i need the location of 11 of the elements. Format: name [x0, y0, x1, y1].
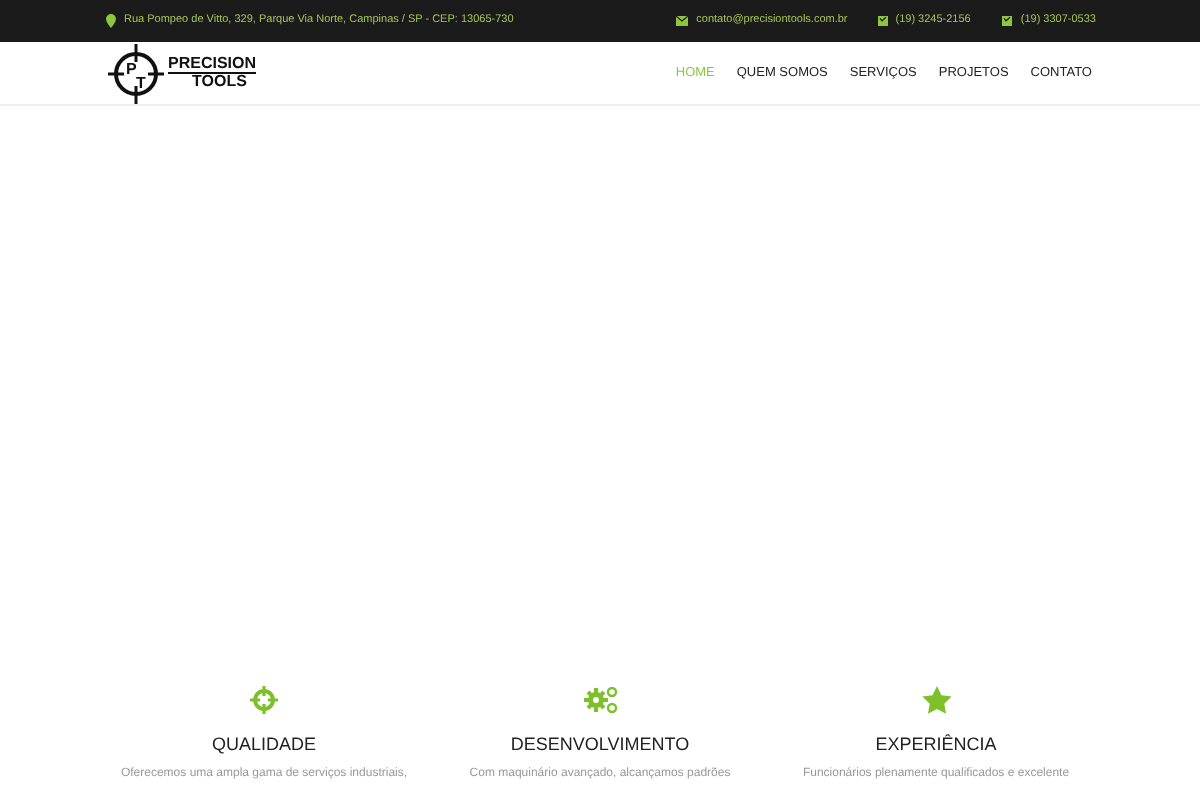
logo-wordmark: TOOLS	[192, 74, 249, 90]
feature-title: QUALIDADE	[211, 736, 316, 754]
gears-icon	[583, 686, 617, 714]
feature-title: EXPERIÊNCIA	[875, 736, 997, 754]
location-pin-icon	[106, 14, 116, 28]
crosshair-icon	[250, 686, 278, 714]
feature-title: DESENVOLVIMENTO	[510, 736, 690, 754]
logo[interactable]: P T PRECISION TOOLS	[108, 43, 257, 103]
star-icon	[921, 686, 951, 714]
envelope-icon	[676, 16, 689, 26]
logo-wordmark: PRECISION	[168, 56, 257, 74]
